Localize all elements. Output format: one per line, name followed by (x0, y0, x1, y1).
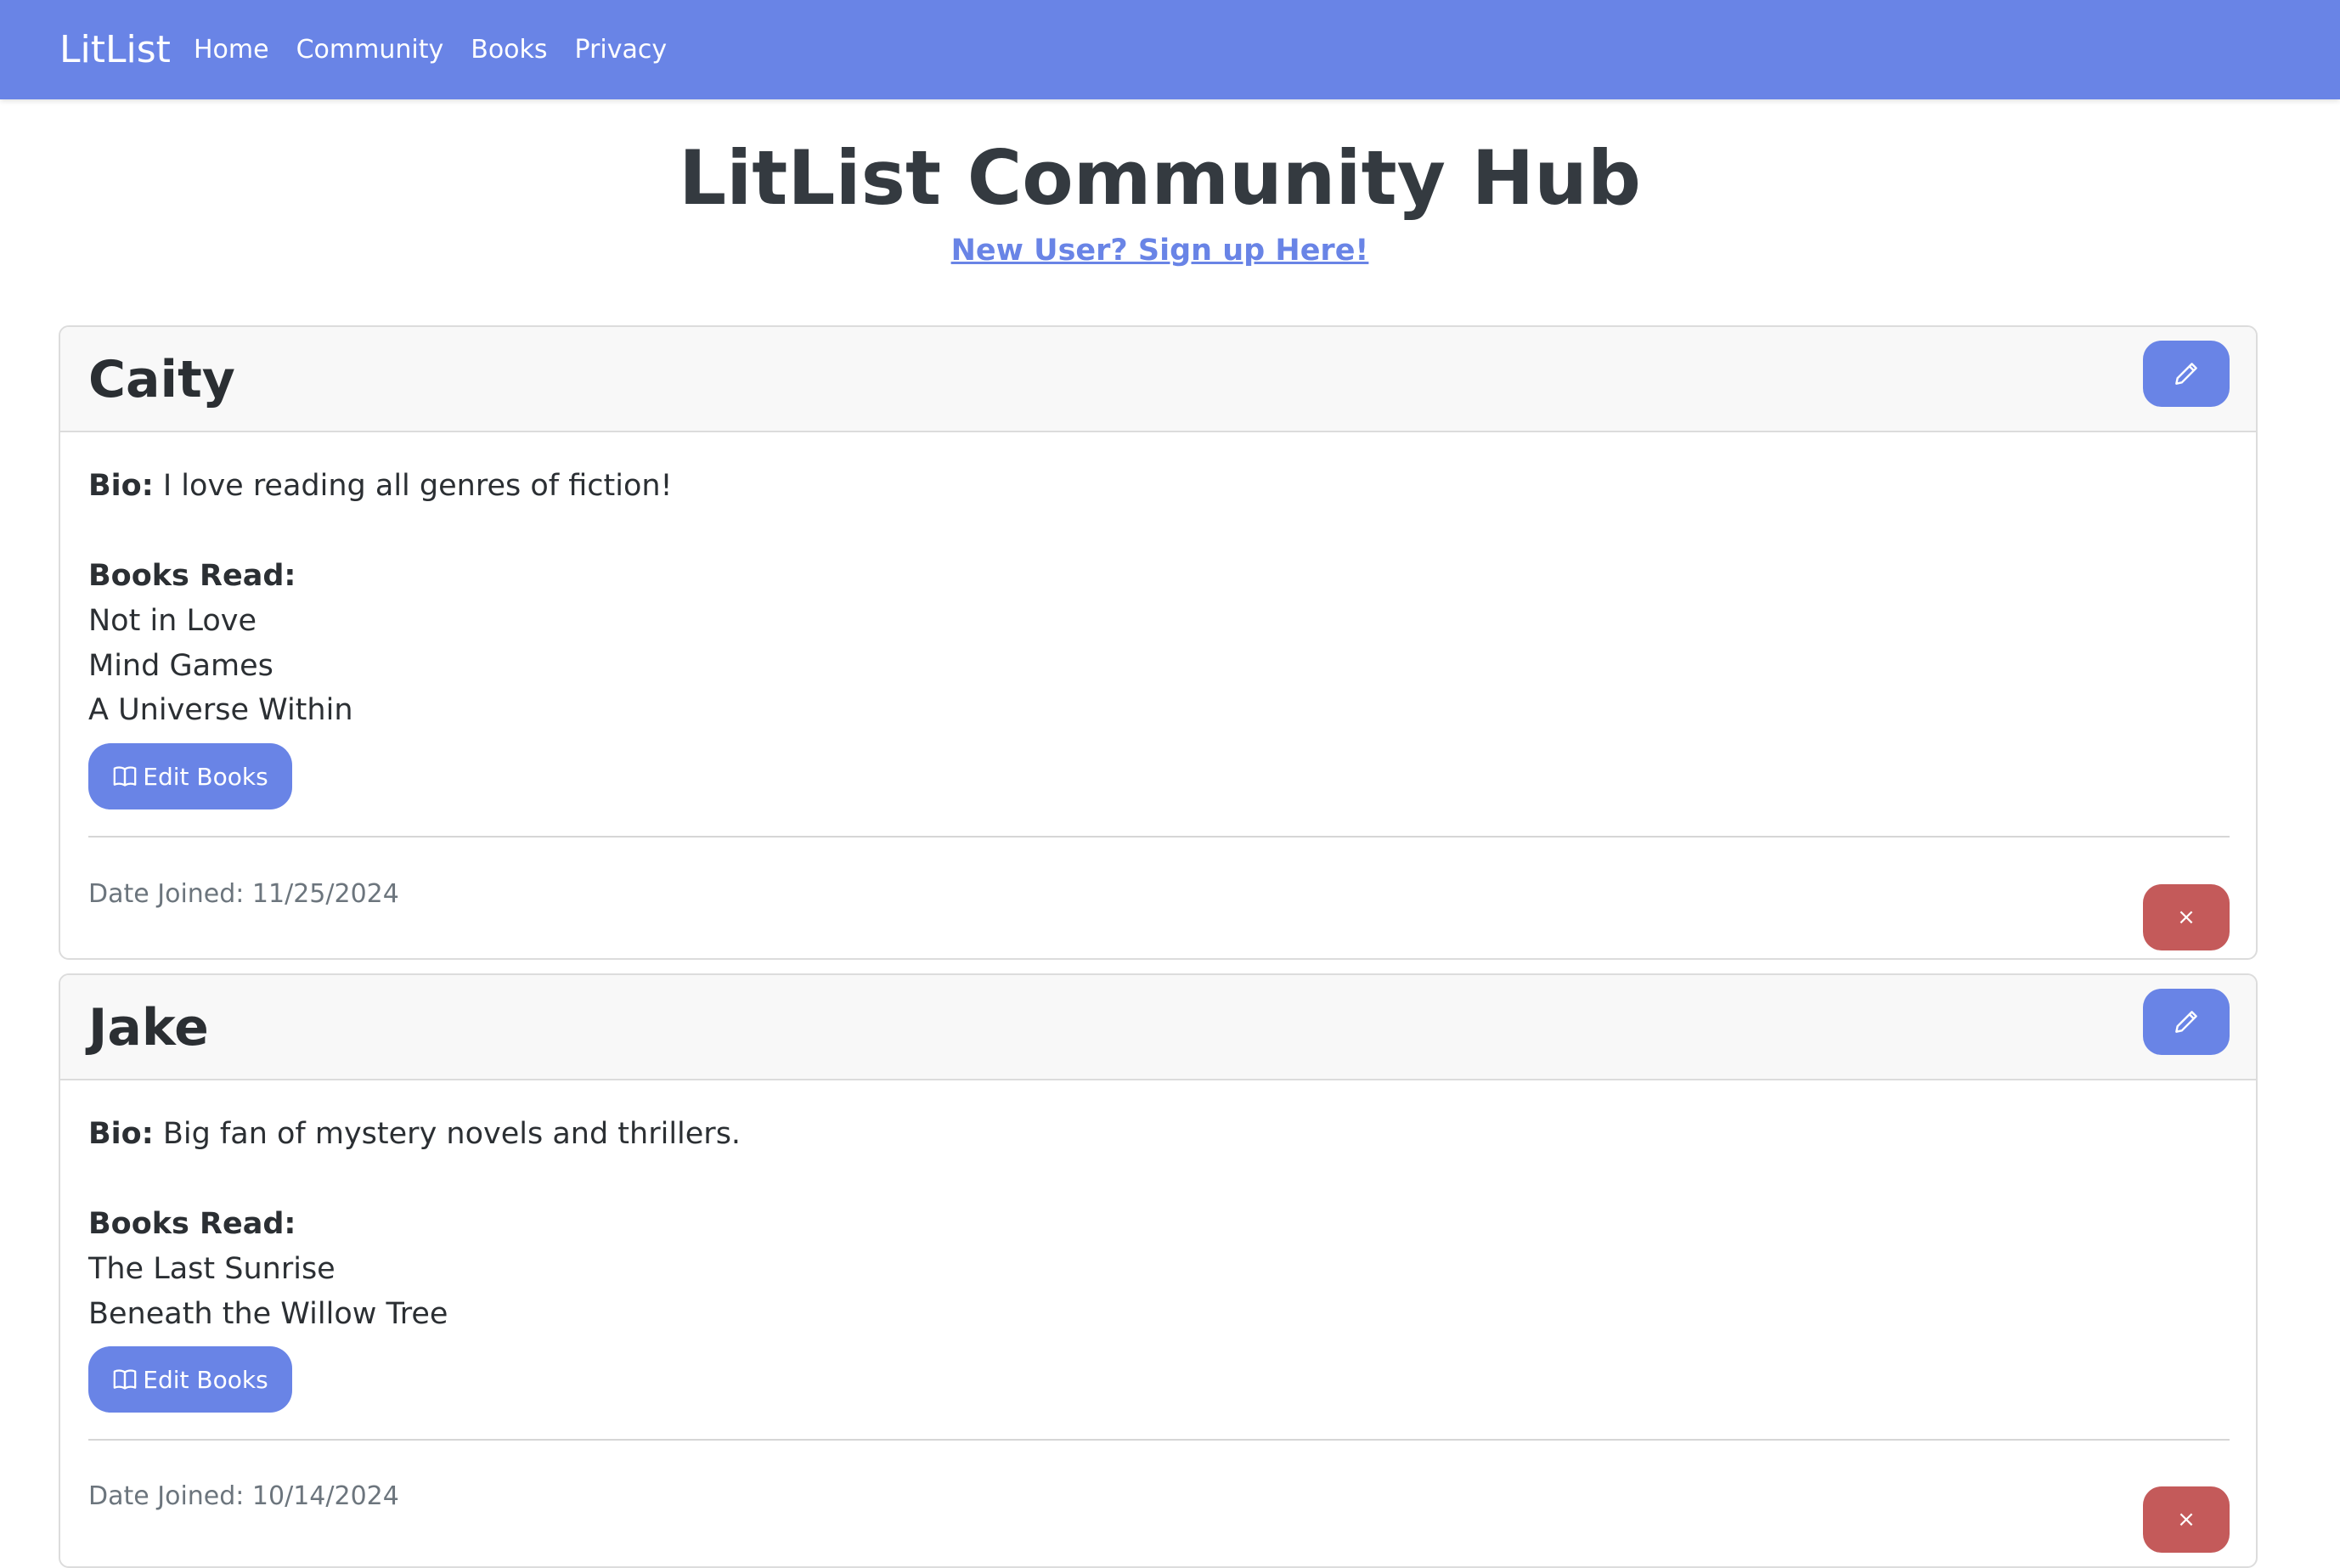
book-item: Mind Games (88, 649, 273, 683)
signup-link[interactable]: New User? Sign up Here! (951, 234, 1369, 268)
delete-user-button[interactable]: × (2143, 1486, 2230, 1553)
book-icon (112, 764, 138, 789)
navbar: LitList Home Community Books Privacy (0, 0, 2340, 99)
user-card-header: Caity (60, 327, 2256, 432)
user-bio: Bio: I love reading all genres of fictio… (88, 465, 673, 507)
card-divider (88, 836, 2230, 838)
user-name: Jake (88, 998, 209, 1058)
pencil-icon (2174, 1009, 2199, 1035)
bio-text: Big fan of mystery novels and thrillers. (162, 1117, 741, 1151)
book-item: The Last Sunrise (88, 1252, 335, 1286)
card-divider (88, 1439, 2230, 1441)
user-name: Caity (88, 350, 235, 409)
pencil-icon (2174, 361, 2199, 386)
bio-label: Bio: (88, 1117, 154, 1151)
books-read-label: Books Read: (88, 1207, 296, 1241)
nav-link-home[interactable]: Home (194, 31, 269, 69)
bio-text: I love reading all genres of fiction! (162, 469, 673, 503)
user-card-jake: Jake Bio: Big fan of mystery novels and … (59, 973, 2258, 1568)
books-read-label: Books Read: (88, 559, 296, 593)
date-joined: Date Joined: 10/14/2024 (88, 1481, 399, 1511)
user-card-header: Jake (60, 975, 2256, 1080)
edit-user-button[interactable] (2143, 341, 2230, 407)
book-item: Not in Love (88, 604, 257, 638)
close-icon: × (2177, 905, 2196, 930)
edit-books-label: Edit Books (143, 1365, 268, 1394)
nav-link-privacy[interactable]: Privacy (575, 31, 668, 69)
nav-link-community[interactable]: Community (296, 31, 444, 69)
close-icon: × (2177, 1507, 2196, 1532)
user-bio: Bio: Big fan of mystery novels and thril… (88, 1113, 741, 1155)
delete-user-button[interactable]: × (2143, 884, 2230, 950)
date-joined: Date Joined: 11/25/2024 (88, 879, 399, 909)
nav-link-books[interactable]: Books (471, 31, 547, 69)
book-item: Beneath the Willow Tree (88, 1297, 448, 1331)
bio-label: Bio: (88, 469, 154, 503)
edit-books-button[interactable]: Edit Books (88, 1346, 292, 1413)
user-card-caity: Caity Bio: I love reading all genres of … (59, 325, 2258, 960)
page-title: LitList Community Hub (679, 134, 1641, 222)
book-item: A Universe Within (88, 693, 353, 727)
brand-logo[interactable]: LitList (59, 24, 171, 76)
edit-books-button[interactable]: Edit Books (88, 743, 292, 809)
book-icon (112, 1367, 138, 1392)
signup-link-wrapper: New User? Sign up Here! (0, 229, 2320, 272)
nav-links: Home Community Books Privacy (194, 31, 694, 69)
edit-user-button[interactable] (2143, 989, 2230, 1055)
edit-books-label: Edit Books (143, 762, 268, 791)
